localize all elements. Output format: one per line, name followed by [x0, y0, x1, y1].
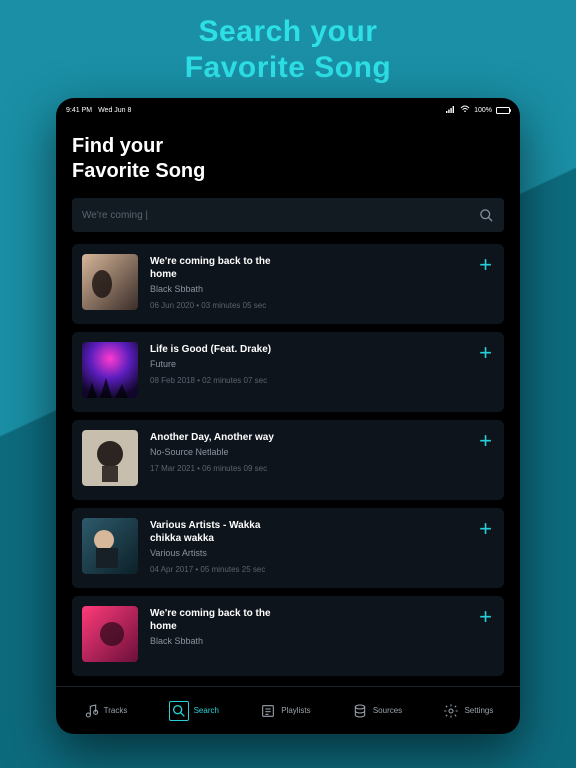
song-meta: Another Day, Another way No-Source Netlab… — [150, 430, 467, 473]
song-artist: Black Sbbath — [150, 636, 467, 646]
add-button[interactable]: + — [479, 342, 492, 364]
song-title: We're coming back to the home — [150, 255, 280, 281]
song-title: We're coming back to the home — [150, 607, 280, 633]
song-artist: Various Artists — [150, 548, 467, 558]
search-bar[interactable] — [72, 198, 504, 232]
sources-icon — [352, 703, 368, 719]
album-art — [82, 254, 138, 310]
tab-label-settings: Settings — [464, 706, 493, 715]
tab-label-search: Search — [194, 706, 219, 715]
album-art — [82, 430, 138, 486]
tab-bar: Tracks Search Playlists Sources Settings — [56, 686, 520, 734]
device-frame: 9:41 PM Wed Jun 8 100% Find your Favorit… — [56, 98, 520, 734]
signal-icon — [446, 105, 456, 115]
song-title: Various Artists - Wakka chikka wakka — [150, 519, 280, 545]
add-button[interactable]: + — [479, 518, 492, 540]
tab-playlists[interactable]: Playlists — [260, 703, 310, 719]
song-detail: 08 Feb 2018 • 02 minutes 07 sec — [150, 376, 467, 385]
tab-sources[interactable]: Sources — [352, 703, 402, 719]
status-bar: 9:41 PM Wed Jun 8 100% — [56, 102, 520, 118]
tab-label-playlists: Playlists — [281, 706, 310, 715]
song-detail: 17 Mar 2021 • 06 minutes 09 sec — [150, 464, 467, 473]
battery-icon — [496, 107, 510, 114]
song-meta: Various Artists - Wakka chikka wakka Vari… — [150, 518, 467, 574]
tracks-icon — [83, 703, 99, 719]
status-battery-text: 100% — [474, 107, 492, 114]
add-button[interactable]: + — [479, 430, 492, 452]
search-tab-icon — [169, 701, 189, 721]
tab-search[interactable]: Search — [169, 701, 219, 721]
album-art — [82, 606, 138, 662]
album-art — [82, 518, 138, 574]
result-card[interactable]: We're coming back to the home Black Sbbat… — [72, 244, 504, 324]
song-detail: 06 Jun 2020 • 03 minutes 05 sec — [150, 301, 467, 310]
search-icon[interactable] — [479, 208, 494, 223]
song-artist: Future — [150, 359, 467, 369]
promo-headline-line1: Search your — [199, 15, 378, 48]
tab-tracks[interactable]: Tracks — [83, 703, 128, 719]
result-card[interactable]: Various Artists - Wakka chikka wakka Vari… — [72, 508, 504, 588]
result-card[interactable]: Life is Good (Feat. Drake) Future 08 Feb 2… — [72, 332, 504, 412]
tab-label-sources: Sources — [373, 706, 402, 715]
song-meta: Life is Good (Feat. Drake) Future 08 Feb 2… — [150, 342, 467, 385]
results-list: We're coming back to the home Black Sbbat… — [72, 244, 504, 686]
result-card[interactable]: Another Day, Another way No-Source Netlab… — [72, 420, 504, 500]
page-title: Find your Favorite Song — [72, 134, 504, 184]
song-meta: We're coming back to the home Black Sbbat… — [150, 254, 467, 310]
song-meta: We're coming back to the home Black Sbbat… — [150, 606, 467, 646]
album-art — [82, 342, 138, 398]
tab-label-tracks: Tracks — [104, 706, 128, 715]
page-title-line1: Find your — [72, 135, 163, 157]
song-detail: 04 Apr 2017 • 05 minutes 25 sec — [150, 565, 467, 574]
status-date: Wed Jun 8 — [98, 107, 131, 114]
promo-headline-line2: Favorite Song — [185, 51, 392, 84]
tab-settings[interactable]: Settings — [443, 703, 493, 719]
search-input[interactable] — [82, 210, 479, 221]
page-title-line2: Favorite Song — [72, 160, 205, 182]
song-title: Life is Good (Feat. Drake) — [150, 343, 280, 356]
status-time: 9:41 PM — [66, 107, 92, 114]
settings-icon — [443, 703, 459, 719]
promo-headline: Search your Favorite Song — [185, 14, 392, 86]
result-card[interactable]: We're coming back to the home Black Sbbat… — [72, 596, 504, 676]
song-artist: No-Source Netlable — [150, 447, 467, 457]
song-title: Another Day, Another way — [150, 431, 280, 444]
wifi-icon — [460, 105, 470, 115]
song-artist: Black Sbbath — [150, 284, 467, 294]
add-button[interactable]: + — [479, 254, 492, 276]
playlists-icon — [260, 703, 276, 719]
add-button[interactable]: + — [479, 606, 492, 628]
